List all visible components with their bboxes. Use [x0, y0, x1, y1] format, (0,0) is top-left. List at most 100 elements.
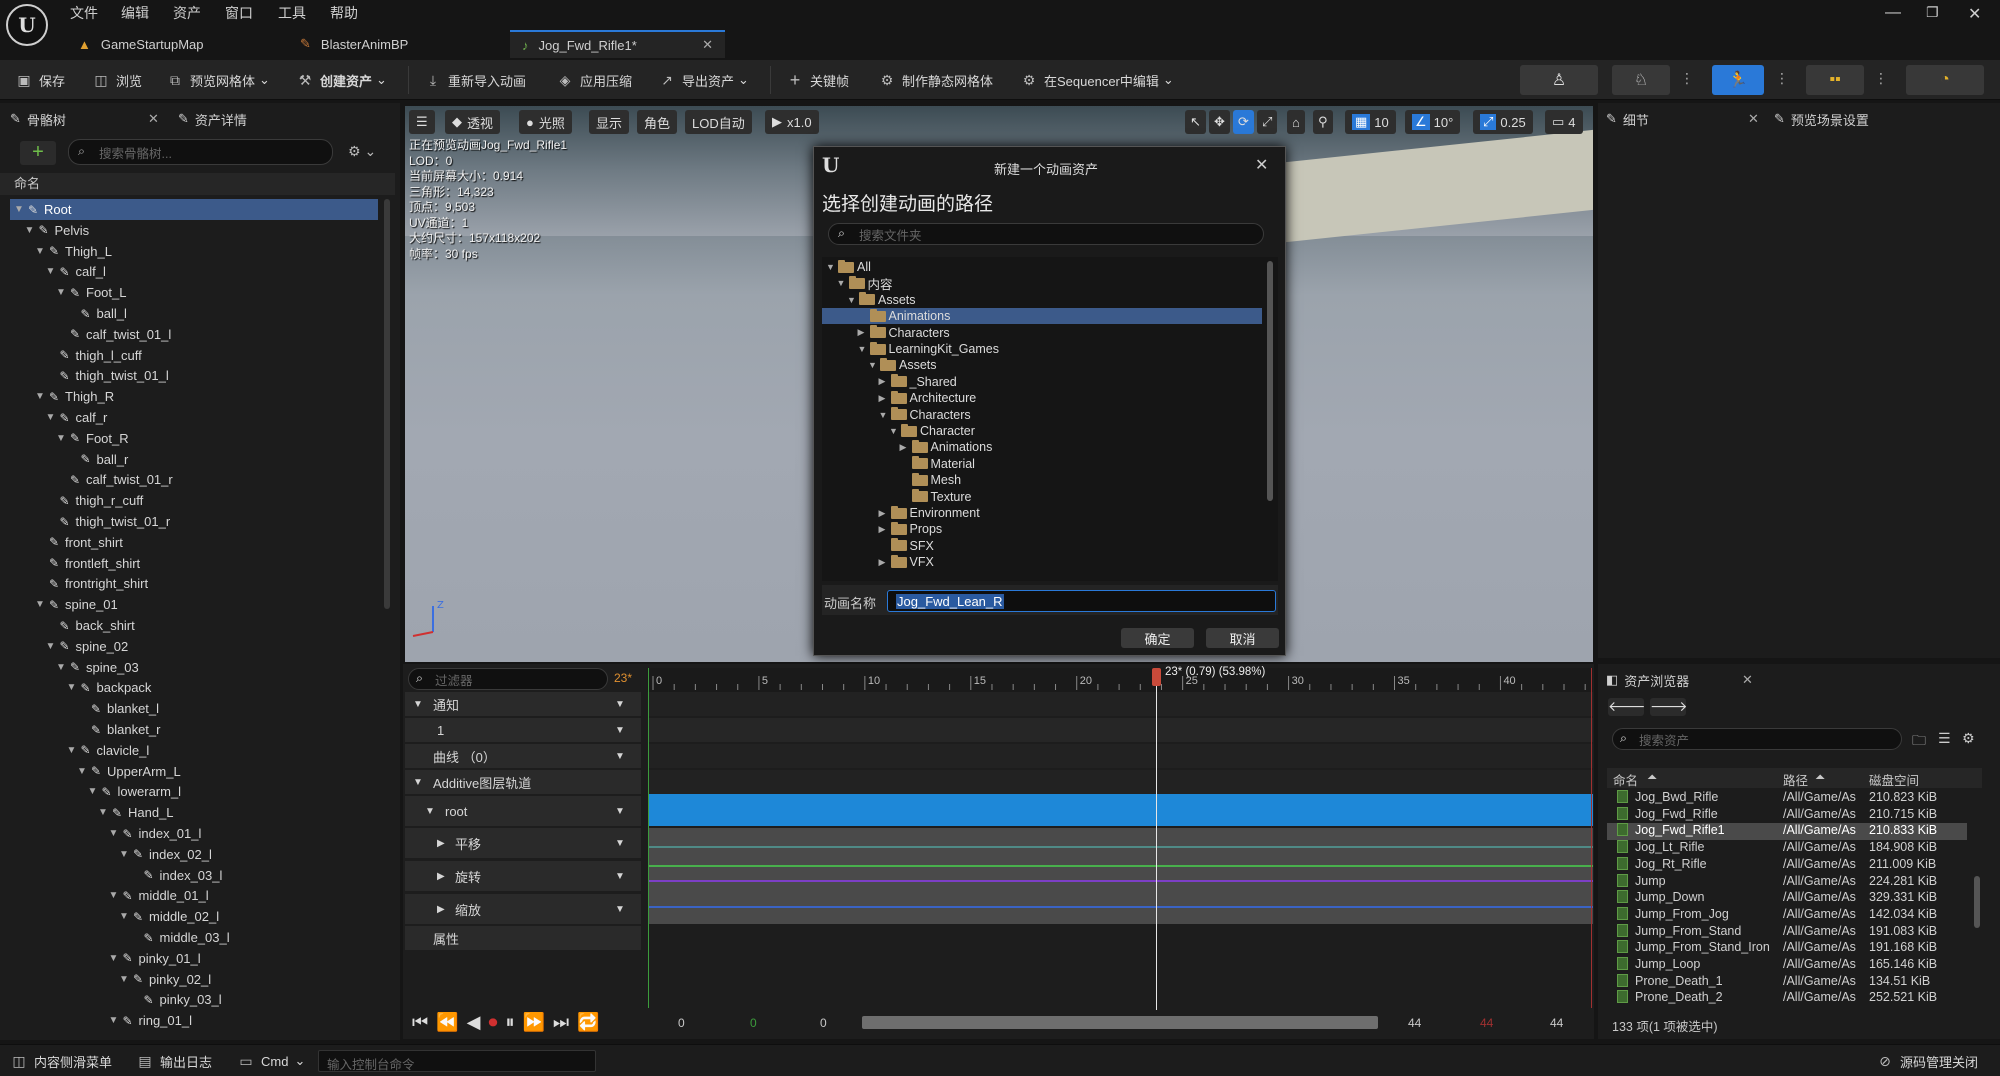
bone-row[interactable]: ✎ thigh_r_cuff — [10, 490, 378, 511]
filter-icon[interactable]: ☰ — [1938, 730, 1951, 747]
bone-row[interactable]: ▼ ✎ index_02_l — [10, 844, 378, 865]
bone-row[interactable]: ✎ frontright_shirt — [10, 573, 378, 594]
track-filter-input[interactable]: ⌕ 过滤器 — [408, 668, 608, 690]
bone-row[interactable]: ▼ ✎ calf_l — [10, 261, 378, 282]
expand-caret-icon[interactable]: ▶ — [879, 393, 891, 404]
bone-row[interactable]: ▼ ✎ Root — [10, 199, 378, 220]
character-button[interactable]: 角色 — [637, 110, 678, 134]
expand-caret-icon[interactable]: ▼ — [25, 225, 37, 236]
expand-caret-icon[interactable]: ▼ — [46, 412, 58, 423]
root-lane[interactable] — [648, 794, 1593, 826]
track-attributes[interactable]: 属性 — [405, 926, 641, 950]
expand-caret-icon[interactable]: ▶ — [879, 557, 891, 568]
mesh-mode-button[interactable]: ♘ — [1612, 65, 1670, 95]
expand-caret-icon[interactable]: ▼ — [67, 682, 79, 693]
track-translation[interactable]: ▶ 平移 ▼ — [405, 828, 641, 858]
asset-row[interactable]: Prone_Death_2/All/Game/As 252.521 KiB — [1607, 990, 1967, 1007]
folder-row[interactable]: ▶ Environment — [822, 505, 1262, 521]
bone-row[interactable]: ✎ blanket_r — [10, 719, 378, 740]
folder-row[interactable]: Animations — [822, 308, 1262, 325]
bone-row[interactable]: ▼ ✎ Hand_L — [10, 802, 378, 823]
play-reverse-icon[interactable]: ◀ — [467, 1012, 489, 1032]
bone-row[interactable]: ▼ ✎ Foot_L — [10, 282, 378, 303]
asset-row[interactable]: Jump/All/Game/As 224.281 KiB — [1607, 873, 1967, 891]
folder-row[interactable]: ▼ Characters — [822, 407, 1262, 423]
track-root[interactable]: ▼ root ▼ — [405, 796, 641, 826]
record-icon[interactable]: ⏺ — [488, 1012, 505, 1032]
export-asset-button[interactable]: ↗ 导出资产 ⌄ — [658, 68, 749, 92]
play-start-value[interactable]: 0 — [750, 1016, 757, 1030]
apply-compression-button[interactable]: ◈ 应用压缩 — [556, 68, 632, 92]
expand-caret-icon[interactable]: ▼ — [98, 807, 110, 818]
folder-search-input[interactable]: ⌕ 搜索文件夹 — [828, 223, 1264, 245]
folder-row[interactable]: ▶ Props — [822, 521, 1262, 537]
confirm-button[interactable]: 确定 — [1121, 628, 1194, 648]
bone-row[interactable]: ▼ ✎ index_01_l — [10, 823, 378, 844]
expand-caret-icon[interactable]: ▼ — [35, 246, 47, 257]
expand-caret-icon[interactable]: ▼ — [879, 410, 891, 420]
skeleton-search-input[interactable]: ⌕ 搜索骨骼树... — [68, 139, 333, 165]
close-window-icon[interactable]: ✕ — [1968, 4, 1981, 24]
asset-row[interactable]: Jump_From_Stand_Iron/All/Game/As 191.168 … — [1607, 940, 1967, 957]
bone-row[interactable]: ✎ ball_r — [10, 449, 378, 470]
folder-row[interactable]: ▼ 内容 — [822, 275, 1262, 292]
rotation-snap-button[interactable]: ∠ 10° — [1405, 110, 1461, 134]
expand-caret-icon[interactable]: ▼ — [88, 786, 100, 797]
playhead-handle[interactable] — [1152, 668, 1161, 686]
expand-caret-icon[interactable]: ▼ — [826, 262, 838, 272]
create-asset-button[interactable]: ⚒ 创建资产 ⌄ — [296, 68, 387, 92]
select-tool-icon[interactable]: ↖ — [1185, 110, 1206, 134]
asset-row[interactable]: Jump_From_Stand/All/Game/As 191.083 KiB — [1607, 923, 1967, 941]
expand-caret-icon[interactable]: ▼ — [119, 911, 131, 922]
show-button[interactable]: 显示 — [589, 110, 630, 134]
bone-row[interactable]: ▼ ✎ Thigh_L — [10, 241, 378, 262]
folder-row[interactable]: ▼ All — [822, 259, 1262, 275]
bone-row[interactable]: ✎ frontleft_shirt — [10, 553, 378, 574]
folder-row[interactable]: ▶ Animations — [822, 439, 1262, 455]
asset-row[interactable]: Jump_Down/All/Game/As 329.331 KiB — [1607, 890, 1967, 907]
expand-caret-icon[interactable]: ▼ — [868, 360, 880, 370]
more-options-icon[interactable]: ⋮ — [1775, 70, 1789, 87]
expand-caret-icon[interactable]: ▼ — [109, 953, 121, 964]
notify-1-lane[interactable] — [648, 718, 1593, 742]
menu-file[interactable]: 文件 — [70, 3, 98, 23]
expand-caret-icon[interactable]: ▶ — [879, 508, 891, 519]
bone-row[interactable]: ✎ thigh_twist_01_r — [10, 511, 378, 532]
playhead-line[interactable] — [1156, 668, 1157, 1010]
expand-caret-icon[interactable]: ▼ — [847, 295, 859, 305]
folder-row[interactable]: Mesh — [822, 472, 1262, 488]
dropdown-arrow-icon[interactable]: ▼ — [615, 904, 625, 915]
bone-row[interactable]: ✎ calf_twist_01_r — [10, 469, 378, 490]
preview-mesh-button[interactable]: ⧉ 预览网格体 ⌄ — [166, 68, 270, 92]
tab-game-startup-map[interactable]: ▲ GameStartupMap — [66, 30, 286, 58]
folder-row[interactable]: ▼ Character — [822, 423, 1262, 439]
bone-row[interactable]: ✎ thigh_twist_01_l — [10, 365, 378, 386]
expand-caret-icon[interactable]: ▼ — [46, 266, 58, 277]
menu-edit[interactable]: 编辑 — [121, 3, 149, 23]
tab-asset-details[interactable]: ✎ 资产详情 — [178, 105, 328, 133]
dropdown-arrow-icon[interactable]: ▼ — [615, 725, 625, 736]
expand-caret-icon[interactable]: ▼ — [119, 974, 131, 985]
tab-details[interactable]: ✎ 细节 ✕ — [1606, 105, 1759, 133]
output-log-button[interactable]: ▤ 输出日志 — [136, 1049, 212, 1073]
edit-in-sequencer-button[interactable]: ⚙ 在Sequencer中编辑 ⌄ — [1020, 68, 1174, 92]
bone-row[interactable]: ▼ ✎ calf_r — [10, 407, 378, 428]
menu-asset[interactable]: 资产 — [173, 3, 201, 23]
bone-row[interactable]: ▼ ✎ backpack — [10, 677, 378, 698]
reimport-animation-button[interactable]: ⤓ 重新导入动画 — [424, 68, 526, 92]
surface-snap-icon[interactable]: ⚲ — [1313, 110, 1333, 134]
expand-caret-icon[interactable]: ▶ — [879, 376, 891, 387]
scale-snap-button[interactable]: ⤢ 0.25 — [1473, 110, 1533, 134]
asset-row[interactable]: Prone_Death_1/All/Game/As 134.51 KiB — [1607, 973, 1967, 991]
bone-row[interactable]: ▼ ✎ pinky_01_l — [10, 948, 378, 969]
dropdown-arrow-icon[interactable]: ▼ — [615, 751, 625, 762]
bone-row[interactable]: ▼ ✎ UpperArm_L — [10, 761, 378, 782]
dialog-close-icon[interactable]: ✕ — [1255, 155, 1268, 175]
bone-row[interactable]: ▼ ✎ clavicle_l — [10, 740, 378, 761]
viewport-menu-button[interactable]: ☰ — [409, 110, 435, 134]
range-end-value[interactable]: 44 — [1550, 1016, 1563, 1030]
expand-caret-icon[interactable]: ▶ — [879, 524, 891, 535]
expand-caret-icon[interactable]: ▼ — [837, 278, 849, 288]
more-options-icon[interactable]: ⋮ — [1874, 70, 1888, 87]
animation-name-input[interactable]: Jog_Fwd_Lean_R — [887, 590, 1276, 612]
